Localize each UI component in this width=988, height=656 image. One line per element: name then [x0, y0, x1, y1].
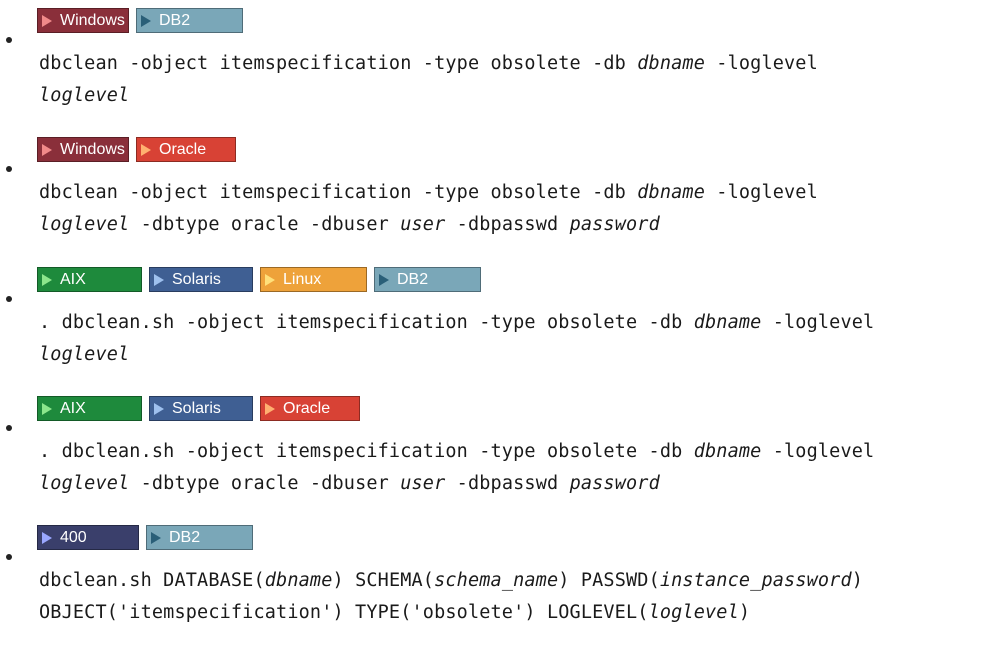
command-line: loglevel [39, 80, 818, 112]
variable-placeholder: loglevel [648, 602, 739, 623]
platform-tag-db2: DB2 [136, 8, 243, 33]
command-fragment: ) PASSWD( [558, 570, 660, 591]
command-fragment: dbclean -object itemspecification -type … [39, 182, 638, 203]
variable-placeholder: dbname [637, 182, 705, 203]
platform-tag-label: Windows [60, 140, 125, 158]
platform-tags: Windows DB2 [37, 8, 243, 33]
command-fragment: dbclean -object itemspecification -type … [39, 53, 638, 74]
command-text: dbclean.sh DATABASE(dbname) SCHEMA(schem… [39, 565, 863, 629]
bullet [6, 554, 12, 560]
platform-tag-windows: Windows [37, 137, 129, 162]
platform-tag-label: Linux [283, 270, 322, 288]
triangle-right-icon [151, 531, 161, 544]
platform-tag-label: DB2 [159, 11, 191, 29]
platform-tags: AIX Solaris Oracle [37, 396, 360, 421]
command-fragment: ) [851, 570, 864, 591]
platform-tag-label: DB2 [169, 528, 201, 546]
variable-placeholder: loglevel [39, 473, 130, 494]
platform-tag-label: AIX [60, 399, 86, 417]
bullet [6, 296, 12, 302]
platform-tags: AIX Solaris Linux DB2 [37, 267, 481, 292]
command-line: OBJECT('itemspecification') TYPE('obsole… [39, 597, 863, 629]
command-fragment: -dbpasswd [445, 473, 570, 494]
command-fragment: dbclean.sh DATABASE( [39, 570, 265, 591]
command-list: Windows DB2 dbclean -object itemspecificat… [0, 0, 988, 656]
platform-tag-label: AIX [60, 270, 86, 288]
variable-placeholder: dbname [693, 312, 762, 333]
variable-placeholder: user [400, 214, 446, 235]
command-line: loglevel -dbtype oracle -dbuser user -db… [39, 468, 874, 500]
command-text: . dbclean.sh -object itemspecification -… [39, 436, 874, 500]
command-line: dbclean -object itemspecification -type … [39, 177, 818, 209]
command-fragment: -dbtype oracle -dbuser [129, 473, 401, 494]
platform-tag-400: 400 [37, 525, 139, 550]
platform-tags: Windows Oracle [37, 137, 236, 162]
triangle-right-icon [141, 143, 151, 156]
triangle-right-icon [42, 531, 52, 544]
platform-tag-aix: AIX [37, 396, 142, 421]
platform-tag-solaris: Solaris [149, 267, 253, 292]
command-fragment: -loglevel [761, 312, 875, 333]
command-fragment: . dbclean.sh -object itemspecification -… [39, 312, 694, 333]
variable-placeholder: loglevel [39, 344, 130, 365]
command-fragment: -dbtype oracle -dbuser [129, 214, 401, 235]
triangle-right-icon [265, 402, 275, 415]
triangle-right-icon [42, 143, 52, 156]
command-line: . dbclean.sh -object itemspecification -… [39, 436, 874, 468]
platform-tag-label: Solaris [172, 399, 221, 417]
platform-tag-label: DB2 [397, 270, 429, 288]
platform-tag-windows: Windows [37, 8, 129, 33]
bullet [6, 166, 12, 172]
command-line: loglevel -dbtype oracle -dbuser user -db… [39, 209, 818, 241]
command-fragment: . dbclean.sh -object itemspecification -… [39, 441, 694, 462]
variable-placeholder: dbname [637, 53, 705, 74]
variable-placeholder: user [400, 473, 446, 494]
platform-tags: 400 DB2 [37, 525, 253, 550]
variable-placeholder: dbname [264, 570, 333, 591]
platform-tag-solaris: Solaris [149, 396, 253, 421]
platform-tag-aix: AIX [37, 267, 142, 292]
platform-tag-db2: DB2 [374, 267, 481, 292]
command-line: dbclean -object itemspecification -type … [39, 48, 818, 80]
command-fragment: -loglevel [761, 441, 875, 462]
command-text: . dbclean.sh -object itemspecification -… [39, 307, 874, 371]
platform-tag-label: Solaris [172, 270, 221, 288]
triangle-right-icon [265, 273, 275, 286]
triangle-right-icon [42, 273, 52, 286]
command-text: dbclean -object itemspecification -type … [39, 48, 818, 112]
platform-tag-label: 400 [60, 528, 87, 546]
triangle-right-icon [154, 402, 164, 415]
command-line: dbclean.sh DATABASE(dbname) SCHEMA(schem… [39, 565, 863, 597]
variable-placeholder: password [569, 473, 660, 494]
command-fragment: OBJECT('itemspecification') TYPE('obsole… [39, 602, 649, 623]
platform-tag-oracle: Oracle [136, 137, 236, 162]
triangle-right-icon [42, 14, 52, 27]
variable-placeholder: instance_password [659, 570, 852, 591]
command-fragment: -loglevel [705, 53, 818, 74]
triangle-right-icon [379, 273, 389, 286]
command-fragment: -dbpasswd [445, 214, 570, 235]
variable-placeholder: password [569, 214, 660, 235]
command-text: dbclean -object itemspecification -type … [39, 177, 818, 241]
bullet [6, 37, 12, 43]
platform-tag-oracle: Oracle [260, 396, 360, 421]
variable-placeholder: schema_name [434, 570, 559, 591]
platform-tag-linux: Linux [260, 267, 367, 292]
platform-tag-db2: DB2 [146, 525, 253, 550]
command-fragment: ) [738, 602, 751, 623]
platform-tag-label: Oracle [283, 399, 331, 417]
variable-placeholder: dbname [693, 441, 762, 462]
command-fragment: ) SCHEMA( [332, 570, 435, 591]
triangle-right-icon [141, 14, 151, 27]
triangle-right-icon [154, 273, 164, 286]
platform-tag-label: Oracle [159, 140, 207, 158]
command-line: loglevel [39, 339, 874, 371]
command-line: . dbclean.sh -object itemspecification -… [39, 307, 874, 339]
variable-placeholder: loglevel [39, 214, 130, 235]
platform-tag-label: Windows [60, 11, 125, 29]
variable-placeholder: loglevel [39, 85, 130, 106]
command-fragment: -loglevel [705, 182, 818, 203]
bullet [6, 425, 12, 431]
triangle-right-icon [42, 402, 52, 415]
